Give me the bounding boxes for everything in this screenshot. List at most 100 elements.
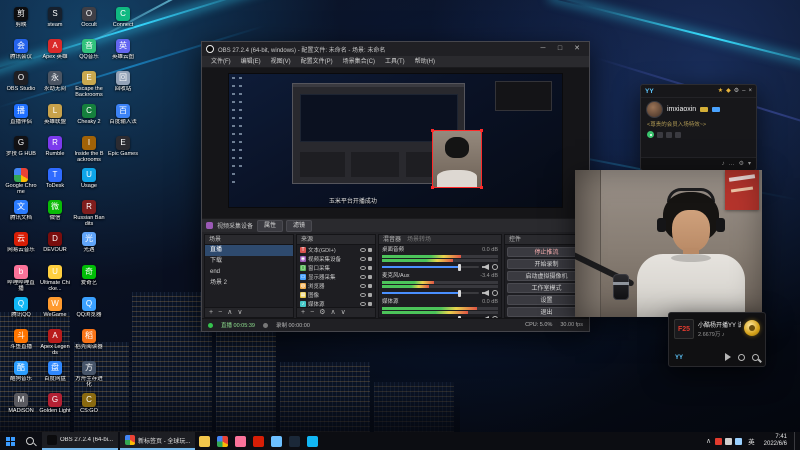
desktop-icon[interactable]: C CS:GO xyxy=(72,392,106,424)
play-icon[interactable] xyxy=(725,353,731,361)
add-scene-icon[interactable]: + xyxy=(209,308,213,317)
source-item[interactable]: T 文本(GDI+) xyxy=(297,245,375,254)
obs-titlebar[interactable]: OBS 27.2.4 (64-bit, windows) - 配置文件: 未命名… xyxy=(202,42,589,56)
desktop-icon[interactable]: C Connect xyxy=(106,6,140,38)
lock-icon[interactable] xyxy=(368,283,372,288)
desktop-icon[interactable]: 酷酷狗音乐 xyxy=(4,360,38,392)
desktop-icon[interactable]: O OBS Studio xyxy=(4,70,38,102)
network-icon[interactable] xyxy=(725,437,733,445)
desktop-icon[interactable]: G Golden Light xyxy=(38,392,72,424)
desktop-icon[interactable]: E Escape the Backrooms xyxy=(72,70,106,102)
start-button[interactable] xyxy=(0,432,20,450)
settings-icon[interactable]: ⚙ xyxy=(739,160,744,168)
qq-icon[interactable] xyxy=(303,432,321,450)
visibility-eye-icon[interactable] xyxy=(360,283,366,288)
source-up-icon[interactable]: ∧ xyxy=(330,308,335,317)
scene-item[interactable]: 场景 2 xyxy=(205,278,293,289)
speaker-icon[interactable] xyxy=(482,290,489,296)
privilege-icon[interactable]: ★ xyxy=(718,87,723,95)
maximize-button[interactable]: □ xyxy=(552,43,568,55)
desktop-icon[interactable]: G 罗技 G HUB xyxy=(4,135,38,167)
remove-scene-icon[interactable]: − xyxy=(218,308,222,317)
desktop-icon[interactable]: O Occult xyxy=(72,6,106,38)
desktop-icon[interactable]: A Apex Legends xyxy=(38,328,72,360)
visibility-eye-icon[interactable] xyxy=(360,274,366,279)
desktop-icon[interactable]: Q QQ浏览器 xyxy=(72,296,106,328)
desktop-icon[interactable]: b 哔哩哔哩直播 xyxy=(4,264,38,296)
voice-icon[interactable]: ♪ xyxy=(722,160,725,168)
lock-icon[interactable] xyxy=(368,274,372,279)
slider-knob[interactable] xyxy=(457,263,461,271)
source-item[interactable]: ▦ 图像 xyxy=(297,290,375,299)
menu-item[interactable]: 场景集合(C) xyxy=(338,56,380,68)
obs-window[interactable]: OBS 27.2.4 (64-bit, windows) - 配置文件: 未命名… xyxy=(201,41,590,332)
desktop-icon[interactable]: A Apex 英雄 xyxy=(38,38,72,70)
yy-user-row[interactable]: imxiaoxin xyxy=(641,98,756,119)
visibility-eye-icon[interactable] xyxy=(360,256,366,261)
close-icon[interactable]: × xyxy=(748,87,752,95)
desktop-icon[interactable]: 百百度输入法 xyxy=(106,103,140,135)
selection-handle[interactable] xyxy=(431,186,435,190)
desktop-icon[interactable]: 剪剪映 xyxy=(4,6,38,38)
live-card[interactable]: F25 小酷杨开播YY 说说... 2.6679万 ♪ YY xyxy=(668,312,766,367)
desktop-icon[interactable]: Ssteam xyxy=(38,6,72,38)
menu-item[interactable]: 文件(F) xyxy=(206,56,236,68)
context-button[interactable]: 滤镜 xyxy=(286,219,313,232)
record-icon[interactable] xyxy=(738,353,745,361)
chrome-icon[interactable] xyxy=(213,432,231,450)
desktop-icon[interactable]: 斗斗鱼直播 xyxy=(4,328,38,360)
selection-handle[interactable] xyxy=(431,128,435,132)
search-button[interactable] xyxy=(20,432,40,450)
minimize-button[interactable]: ─ xyxy=(535,43,551,55)
minimize-icon[interactable]: – xyxy=(742,87,745,95)
speaker-icon[interactable] xyxy=(482,264,489,270)
desktop-icon[interactable]: C Cheaky 2 xyxy=(72,103,106,135)
netease-music-icon[interactable] xyxy=(249,432,267,450)
add-source-icon[interactable]: + xyxy=(301,308,305,317)
selection-handle[interactable] xyxy=(480,186,484,190)
desktop-icon[interactable]: U Ultimate Chicke... xyxy=(38,264,72,296)
scene-item[interactable]: end xyxy=(205,267,293,278)
hidden-icons-chevron[interactable]: ∧ xyxy=(706,437,711,445)
visibility-eye-icon[interactable] xyxy=(360,301,366,306)
taskbar-clock[interactable]: 7:41 2022/6/6 xyxy=(761,434,790,448)
source-item[interactable]: ▢ 窗口采集 xyxy=(297,263,375,272)
desktop-icon[interactable]: 永永劫无间 xyxy=(38,70,72,102)
desktop-icon[interactable]: 会腾讯会议 xyxy=(4,38,38,70)
expand-icon[interactable]: ▾ xyxy=(748,160,751,168)
feature-icon[interactable] xyxy=(657,131,663,138)
desktop-icon[interactable]: 云网易云音乐 xyxy=(4,231,38,263)
selected-webcam-source[interactable] xyxy=(431,128,484,190)
tray-app-red-icon[interactable] xyxy=(715,437,723,445)
chat-icon[interactable]: … xyxy=(729,160,735,168)
lock-icon[interactable] xyxy=(368,247,372,252)
input-language-indicator[interactable]: 英 xyxy=(746,436,757,446)
gift-icon[interactable]: ◆ xyxy=(726,87,731,95)
desktop-icon[interactable]: 文腾讯文档 xyxy=(4,199,38,231)
desktop-icon[interactable]: 奇爱奇艺 xyxy=(72,264,106,296)
lock-icon[interactable] xyxy=(368,292,372,297)
visibility-eye-icon[interactable] xyxy=(360,247,366,252)
remove-source-icon[interactable]: − xyxy=(310,308,314,317)
feature-icon[interactable] xyxy=(666,131,672,138)
desktop-icon[interactable]: M MADiSON xyxy=(4,392,38,424)
visibility-eye-icon[interactable] xyxy=(360,292,366,297)
context-button[interactable]: 属性 xyxy=(257,219,284,232)
yy-titlebar[interactable]: YY ★ ◆ ⚙ – × xyxy=(641,85,756,98)
desktop-icon[interactable]: 光光遇 xyxy=(72,231,106,263)
source-item[interactable]: ◉ 视频采集设备 xyxy=(297,254,375,263)
scene-up-icon[interactable]: ∧ xyxy=(227,308,232,317)
desktop-icon[interactable]: 英英雄云图 xyxy=(106,38,140,70)
volume-slider[interactable] xyxy=(382,263,479,271)
source-item[interactable]: ▭ 显示器采集 xyxy=(297,272,375,281)
desktop-icon[interactable]: T ToDesk xyxy=(38,167,72,199)
desktop-icon[interactable]: R Russian Bandits xyxy=(72,199,106,231)
desktop-icon[interactable]: 播直播伴侣 xyxy=(4,103,38,135)
voice-status-icon[interactable] xyxy=(647,131,654,138)
scene-item[interactable]: 直播 xyxy=(205,245,293,256)
channel-settings-icon[interactable] xyxy=(492,290,498,296)
source-item[interactable]: ◍ 浏览器 xyxy=(297,281,375,290)
desktop-icon[interactable]: 回回收站 xyxy=(106,70,140,102)
show-desktop-button[interactable] xyxy=(794,432,798,450)
taskbar-task-button[interactable]: OBS 27.2.4 (64-bi... xyxy=(42,432,119,450)
